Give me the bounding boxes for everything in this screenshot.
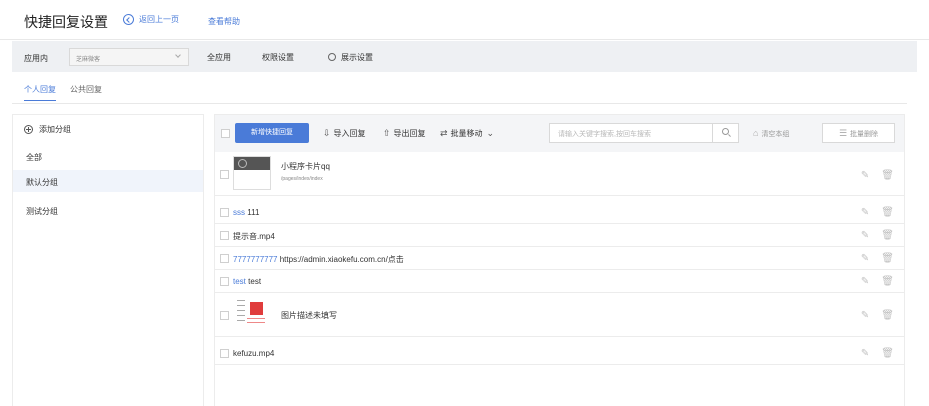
reply-path: /pages/index/index (281, 176, 323, 182)
pencil-icon[interactable]: ✎ (861, 253, 869, 264)
reply-row: test test ✎ 🗑 (215, 270, 904, 293)
batch-delete-button[interactable]: ☰ 批量删除 (822, 123, 895, 143)
display-settings-label: 展示设置 (341, 53, 373, 62)
batch-delete-label: 批量删除 (850, 131, 879, 138)
export-button[interactable]: ⇧ 导出回复 (383, 128, 426, 139)
miniprogram-thumbnail (233, 156, 271, 190)
import-label: 导入回复 (333, 129, 366, 138)
upload-icon: ⇩ (323, 128, 331, 138)
reply-content: 7777777777 https://admin.xiaokefu.com.cn… (233, 255, 404, 264)
app-select-value: 芝麻微客 (76, 57, 101, 63)
app-select[interactable]: 芝麻微客 (69, 48, 189, 66)
group-sidebar: 添加分组 全部 默认分组 测试分组 (12, 114, 204, 406)
tab-personal[interactable]: 个人回复 (24, 84, 56, 101)
clear-group-label: 清空本组 (761, 131, 790, 138)
basket-icon: ⌂ (753, 128, 759, 138)
trash-icon[interactable]: 🗑 (881, 348, 894, 359)
swap-arrows-icon: ⇄ (440, 128, 448, 138)
app-scope-label: 应用内 (24, 54, 48, 63)
sidebar-item-test[interactable]: 测试分组 (13, 199, 203, 221)
all-apps-button[interactable]: 全应用 (207, 52, 231, 63)
chevron-down-icon (175, 52, 181, 58)
import-button[interactable]: ⇩ 导入回复 (323, 128, 366, 139)
reply-row: 图片描述未填写 ✎ 🗑 (215, 293, 904, 337)
gear-icon (328, 53, 336, 61)
batch-move-label: 批量移动 (450, 129, 483, 138)
page-title: 快捷回复设置 (24, 14, 108, 30)
add-group-label: 添加分组 (39, 125, 71, 134)
back-label: 返回上一页 (139, 15, 179, 24)
row-checkbox[interactable] (220, 254, 229, 263)
pencil-icon[interactable]: ✎ (861, 348, 869, 359)
row-checkbox[interactable] (220, 208, 229, 217)
chevron-down-icon: ⌄ (486, 128, 495, 138)
row-checkbox[interactable] (220, 277, 229, 286)
reply-content: test test (233, 277, 262, 286)
trash-icon[interactable]: 🗑 (881, 170, 894, 181)
trash-icon[interactable]: 🗑 (881, 253, 894, 264)
reply-row: 提示音.mp4 ✎ 🗑 (215, 224, 904, 247)
trash-icon[interactable]: 🗑 (881, 310, 894, 321)
pencil-icon[interactable]: ✎ (861, 310, 869, 321)
reply-content: 提示音.mp4 (233, 232, 275, 241)
action-bar: 新增快捷回复 ⇩ 导入回复 ⇧ 导出回复 ⇄ 批量移动 ⌄ 请输入关键字搜索,按回车搜索… (215, 115, 904, 152)
search-button[interactable] (712, 124, 738, 142)
reply-row: sss 111 ✎ 🗑 (215, 201, 904, 224)
display-settings-button[interactable]: 展示设置 (328, 52, 373, 63)
reply-keyword: test (233, 277, 246, 286)
circle-chevron-left-icon (123, 14, 134, 25)
pencil-icon[interactable]: ✎ (861, 170, 869, 181)
page-header: 快捷回复设置 返回上一页 查看帮助 (0, 0, 929, 40)
export-label: 导出回复 (393, 129, 426, 138)
pencil-icon[interactable]: ✎ (861, 207, 869, 218)
reply-title: 小程序卡片qq (281, 162, 330, 171)
image-thumbnail (233, 296, 271, 326)
search-input[interactable]: 请输入关键字搜索,按回车搜索 (549, 123, 739, 143)
export-icon: ⇧ (383, 128, 391, 138)
reply-keyword: sss (233, 208, 245, 217)
reply-list-panel: 新增快捷回复 ⇩ 导入回复 ⇧ 导出回复 ⇄ 批量移动 ⌄ 请输入关键字搜索,按回车搜索… (214, 114, 905, 406)
trash-icon[interactable]: 🗑 (881, 207, 894, 218)
tabs-divider (12, 103, 907, 104)
reply-content: 图片描述未填写 (281, 311, 337, 320)
pencil-icon[interactable]: ✎ (861, 230, 869, 241)
sidebar-item-default[interactable]: 默认分组 (13, 170, 203, 192)
circle-plus-icon (24, 125, 33, 134)
reply-row: 小程序卡片qq /pages/index/index ✎ 🗑 (215, 152, 904, 196)
tab-public[interactable]: 公共回复 (70, 84, 102, 100)
row-checkbox[interactable] (220, 311, 229, 320)
row-checkbox[interactable] (220, 170, 229, 179)
list-delete-icon: ☰ (838, 128, 848, 138)
trash-icon[interactable]: 🗑 (881, 230, 894, 241)
trash-icon[interactable]: 🗑 (881, 276, 894, 287)
back-button[interactable]: 返回上一页 (123, 14, 179, 25)
batch-move-button[interactable]: ⇄ 批量移动 ⌄ (440, 128, 497, 139)
new-reply-button[interactable]: 新增快捷回复 (235, 123, 309, 143)
select-all-checkbox[interactable] (221, 129, 230, 138)
reply-content: kefuzu.mp4 (233, 349, 275, 358)
search-placeholder: 请输入关键字搜索,按回车搜索 (558, 131, 651, 138)
row-checkbox[interactable] (220, 231, 229, 240)
pencil-icon[interactable]: ✎ (861, 276, 869, 287)
row-checkbox[interactable] (220, 349, 229, 358)
reply-row: 7777777777 https://admin.xiaokefu.com.cn… (215, 247, 904, 270)
reply-row: kefuzu.mp4 ✎ 🗑 (215, 342, 904, 365)
app-toolbar: 应用内 芝麻微客 全应用 权限设置 展示设置 (12, 41, 917, 72)
help-link[interactable]: 查看帮助 (208, 16, 240, 27)
reply-keyword: 7777777777 (233, 255, 278, 264)
permission-settings-button[interactable]: 权限设置 (262, 52, 294, 63)
add-group-button[interactable]: 添加分组 (24, 124, 71, 135)
clear-group-button[interactable]: ⌂ 清空本组 (753, 128, 789, 139)
sidebar-item-all[interactable]: 全部 (13, 145, 203, 167)
reply-content: sss 111 (233, 208, 260, 217)
